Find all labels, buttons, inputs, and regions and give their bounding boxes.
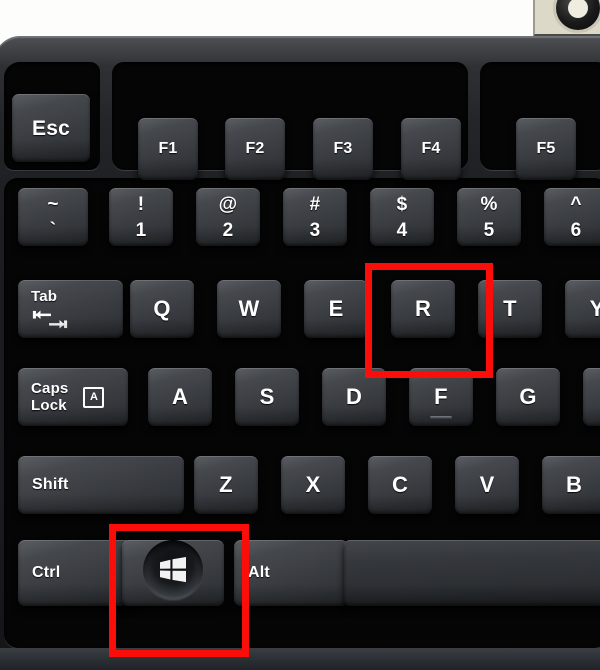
- key-g[interactable]: G: [496, 368, 560, 426]
- key-z[interactable]: Z: [194, 456, 258, 514]
- key-label: Z: [219, 472, 233, 497]
- key-label: 2: [222, 219, 234, 241]
- key-label-2: Lock: [31, 397, 67, 414]
- windows-logo-icon: [143, 540, 203, 601]
- key-ctrl[interactable]: Ctrl: [18, 540, 132, 606]
- key-label: T: [503, 296, 517, 321]
- key-alt[interactable]: Alt: [234, 540, 348, 606]
- key-label: Y: [589, 296, 600, 321]
- key-f4[interactable]: F4: [401, 118, 461, 180]
- tab-arrows-icon: [31, 309, 69, 330]
- key-f3[interactable]: F3: [313, 118, 373, 180]
- key-f1[interactable]: F1: [138, 118, 198, 180]
- key-v[interactable]: V: [455, 456, 519, 514]
- key-label-shifted: @: [218, 193, 238, 215]
- key-windows[interactable]: [122, 540, 224, 606]
- key-label: G: [519, 384, 537, 409]
- key-label: F5: [536, 140, 556, 157]
- key-label: V: [479, 472, 495, 497]
- key-3[interactable]: # 3: [283, 188, 347, 246]
- key-label: Ctrl: [32, 564, 61, 581]
- key-label: F: [434, 384, 448, 409]
- key-label: F2: [245, 140, 265, 157]
- key-label: A: [171, 384, 189, 409]
- key-h[interactable]: H: [583, 368, 600, 426]
- key-label: Tab: [31, 287, 58, 305]
- key-q[interactable]: Q: [130, 280, 194, 338]
- key-y[interactable]: Y: [565, 280, 600, 338]
- key-s[interactable]: S: [235, 368, 299, 426]
- key-label: 5: [483, 219, 495, 241]
- key-x[interactable]: X: [281, 456, 345, 514]
- key-label: 4: [396, 219, 408, 241]
- key-5[interactable]: % 5: [457, 188, 521, 246]
- key-space[interactable]: [344, 540, 600, 606]
- key-esc[interactable]: Esc: [12, 94, 90, 162]
- key-t[interactable]: T: [478, 280, 542, 338]
- homing-bump-indicator: [430, 416, 452, 419]
- key-label: R: [414, 296, 432, 321]
- key-label-shifted: #: [309, 193, 321, 215]
- key-label: Esc: [32, 116, 70, 140]
- key-label: 3: [309, 219, 321, 241]
- key-label: F3: [333, 140, 353, 157]
- key-label: 1: [135, 219, 147, 241]
- key-label: X: [305, 472, 321, 497]
- key-a[interactable]: A: [148, 368, 212, 426]
- key-tab[interactable]: Tab: [18, 280, 123, 338]
- key-label-shifted: $: [396, 193, 408, 215]
- key-label-shifted: !: [137, 193, 145, 215]
- key-label: S: [259, 384, 275, 409]
- key-label: Caps: [31, 380, 69, 397]
- key-label: F1: [158, 140, 178, 157]
- key-label-shifted: %: [480, 193, 498, 215]
- key-f2[interactable]: F2: [225, 118, 285, 180]
- key-caps-lock[interactable]: Caps Lock A: [18, 368, 128, 426]
- key-label: Alt: [248, 564, 270, 581]
- key-label-shifted: ~: [47, 193, 59, 215]
- key-label-shifted: ^: [570, 193, 582, 215]
- key-label: 6: [570, 219, 582, 241]
- key-f[interactable]: F: [409, 368, 473, 426]
- key-tilde[interactable]: ~ `: [18, 188, 88, 246]
- key-label: D: [345, 384, 363, 409]
- key-r[interactable]: R: [391, 280, 455, 338]
- caps-indicator-letter: A: [90, 390, 98, 403]
- key-shift[interactable]: Shift: [18, 456, 184, 514]
- key-1[interactable]: ! 1: [109, 188, 173, 246]
- key-f5[interactable]: F5: [516, 118, 576, 180]
- key-label: F4: [421, 140, 441, 157]
- key-w[interactable]: W: [217, 280, 281, 338]
- key-c[interactable]: C: [368, 456, 432, 514]
- key-label: B: [565, 472, 583, 497]
- key-e[interactable]: E: [304, 280, 368, 338]
- key-d[interactable]: D: [322, 368, 386, 426]
- keyboard-bottom-edge: [0, 648, 600, 670]
- key-label: E: [328, 296, 344, 321]
- key-6[interactable]: ^ 6: [544, 188, 600, 246]
- key-label: W: [238, 296, 260, 321]
- key-4[interactable]: $ 4: [370, 188, 434, 246]
- key-label: C: [391, 472, 409, 497]
- keyboard-body: Esc F1 F2 F3 F4 F5 ~ ` ! 1 @ 2 # 3 $ 4 %…: [0, 36, 600, 670]
- key-2[interactable]: @ 2: [196, 188, 260, 246]
- key-label: Q: [153, 296, 171, 321]
- key-b[interactable]: B: [542, 456, 600, 514]
- caps-lock-indicator-icon: A: [83, 386, 105, 408]
- key-label: Shift: [32, 476, 69, 493]
- keyboard-screenshot: Esc F1 F2 F3 F4 F5 ~ ` ! 1 @ 2 # 3 $ 4 %…: [0, 0, 600, 670]
- key-label: `: [49, 219, 57, 241]
